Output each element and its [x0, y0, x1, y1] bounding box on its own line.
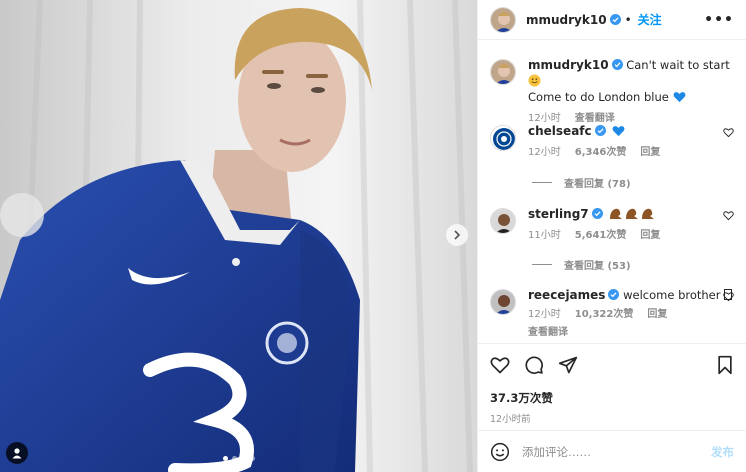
carousel-dot — [240, 456, 246, 461]
verified-icon — [594, 125, 606, 136]
verified-icon — [609, 14, 621, 25]
more-options-icon[interactable]: ••• — [704, 12, 734, 28]
publish-button[interactable]: 发布 — [711, 444, 734, 460]
comment-item: sterling7 11小时 5,641次赞 回复 — [490, 206, 734, 244]
comment-input[interactable] — [522, 444, 711, 459]
post-header: mmudryk10 • 关注 ••• — [478, 0, 746, 40]
smile-icon[interactable] — [490, 442, 510, 462]
chevron-right-icon — [454, 230, 461, 240]
carousel-dot — [222, 456, 228, 461]
post-actions: 37.3万次赞 12小时前 — [478, 343, 746, 425]
heart-icon[interactable] — [723, 210, 734, 221]
caption-text-line2: Come to do London blue — [528, 90, 669, 104]
bookmark-icon[interactable] — [716, 355, 734, 375]
comment-author[interactable]: reecejames — [528, 288, 605, 302]
like-count[interactable]: 37.3万次赞 — [490, 390, 734, 406]
smile-emoji-icon — [528, 74, 541, 87]
avatar[interactable] — [490, 208, 516, 234]
blue-heart-emoji-icon — [612, 126, 625, 137]
verified-icon — [611, 59, 623, 70]
comment-author[interactable]: sterling7 — [528, 207, 589, 221]
heart-icon[interactable] — [723, 127, 734, 138]
comment-item: reecejames welcome brother 12小时 10,322次赞… — [490, 287, 734, 341]
comment-icon[interactable] — [524, 355, 544, 375]
follow-button[interactable]: 关注 — [638, 11, 662, 28]
reply-button[interactable]: 回复 — [640, 145, 660, 161]
comment-likes[interactable]: 5,641次赞 — [575, 228, 627, 244]
view-replies-label[interactable]: 查看回复 (78) — [564, 175, 631, 190]
carousel-dot — [249, 456, 255, 461]
avatar[interactable] — [490, 125, 516, 151]
avatar[interactable] — [490, 289, 516, 315]
comment-text: welcome brother — [623, 288, 721, 302]
comment-time: 11小时 — [528, 230, 561, 241]
next-photo-button[interactable] — [446, 224, 468, 246]
view-replies-button[interactable]: 查看回复 (53) — [532, 257, 631, 272]
caption-text-line1: Can't wait to start — [626, 58, 730, 72]
post-image — [0, 0, 477, 472]
comment-time: 12小时 — [528, 309, 561, 320]
view-replies-button[interactable]: 查看回复 (78) — [532, 175, 631, 190]
like-heart-icon[interactable] — [490, 355, 510, 375]
flexed-biceps-emoji-icon — [610, 208, 655, 219]
separator-dot: • — [624, 12, 632, 27]
comment-likes[interactable]: 10,322次赞 — [575, 307, 634, 323]
post-panel: mmudryk10 • 关注 ••• mmudryk10 Can't wait … — [477, 0, 746, 472]
heart-icon[interactable] — [723, 291, 734, 302]
avatar[interactable] — [490, 6, 516, 33]
comment-time: 12小时 — [528, 147, 561, 158]
comment-author[interactable]: chelseafc — [528, 124, 592, 138]
add-comment-bar: 发布 — [478, 430, 746, 472]
carousel-dots — [0, 456, 477, 461]
comment-translate-link[interactable]: 查看翻译 — [528, 325, 568, 341]
share-icon[interactable] — [558, 355, 578, 375]
verified-icon — [591, 208, 603, 219]
comments-list[interactable]: mmudryk10 Can't wait to start Come to do… — [478, 41, 746, 342]
view-replies-label[interactable]: 查看回复 (53) — [564, 257, 631, 272]
reply-button[interactable]: 回复 — [640, 228, 660, 244]
blue-heart-emoji-icon — [673, 92, 685, 103]
replies-divider — [532, 182, 552, 183]
verified-icon — [608, 289, 620, 300]
carousel-dot — [231, 456, 237, 461]
caption: mmudryk10 Can't wait to start Come to do… — [490, 57, 734, 127]
post-timestamp: 12小时前 — [490, 414, 531, 425]
avatar[interactable] — [490, 59, 516, 85]
reply-button[interactable]: 回复 — [647, 307, 667, 323]
post-photo[interactable] — [0, 0, 477, 472]
replies-divider — [532, 264, 552, 265]
comment-likes[interactable]: 6,346次赞 — [575, 145, 627, 161]
comment-item: chelseafc 12小时 6,346次赞 回复 — [490, 123, 734, 161]
post-author[interactable]: mmudryk10 — [526, 13, 607, 27]
caption-author[interactable]: mmudryk10 — [528, 58, 609, 72]
